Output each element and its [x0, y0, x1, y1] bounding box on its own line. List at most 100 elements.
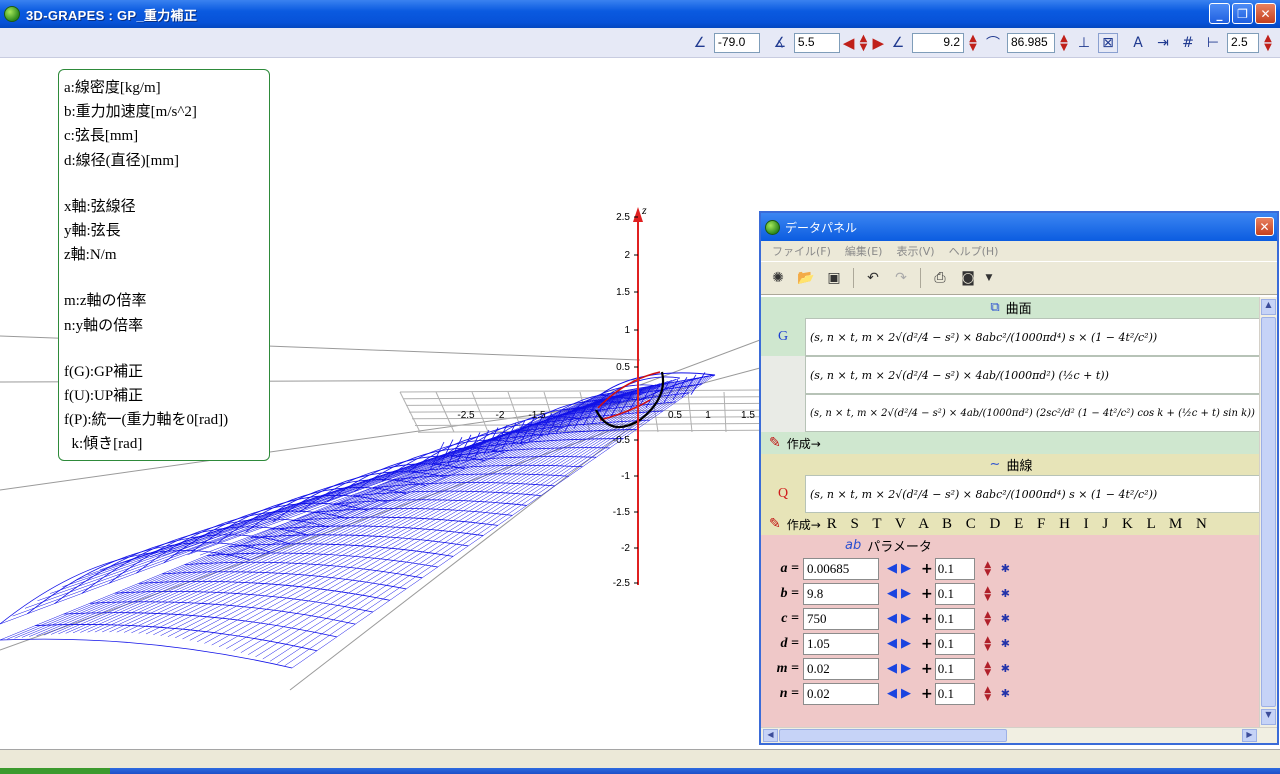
param-updown-icon[interactable]: ▲ ▼ [981, 585, 995, 602]
open-folder-icon[interactable]: 📂 [795, 267, 817, 289]
param-step-input[interactable]: 0.1 [934, 682, 975, 705]
param-value-input[interactable]: 0.00685 [803, 557, 879, 580]
data-panel-title: データパネル [785, 220, 858, 235]
view-toolbar: ∠ -79.0 ∡ 5.5 ◀ ▲ ▼ ▶ ∠ 9.2 ▲ ▼ ⌒ 86.985 ▲… [0, 28, 1280, 58]
param-step-input[interactable]: 0.1 [934, 632, 975, 655]
maximize-button[interactable]: ❐ [1232, 3, 1253, 24]
curve-letter-buttons[interactable]: R S T V A B C D E F H I J K L M N [827, 516, 1212, 533]
surface-row-2[interactable]: (s, n × t, m × 2√(d²/4 − s²) × 4ab/(1000… [761, 356, 1261, 394]
param-step-input[interactable]: 0.1 [934, 557, 975, 580]
param-left-right-icon[interactable]: ◀▶ [887, 586, 915, 601]
data-panel-vscroll[interactable]: ▲ ▼ [1259, 297, 1277, 727]
print-icon[interactable]: ⎙ [929, 267, 951, 289]
data-panel-close-button[interactable]: ✕ [1255, 217, 1274, 236]
scroll-up-icon[interactable]: ▲ [1261, 299, 1276, 315]
rotation-x-input[interactable]: -79.0 [713, 32, 760, 53]
param-value-input[interactable]: 750 [803, 607, 879, 630]
camera-dropdown-icon[interactable]: ▼ [985, 267, 993, 289]
frame-icon[interactable]: ⊠ [1098, 32, 1118, 53]
z-axis-label: z [641, 203, 647, 217]
tilt-input[interactable]: 9.2 [912, 32, 964, 53]
rotate-left-arrow-icon[interactable]: ◀ [843, 34, 855, 52]
scale-spinner[interactable]: ▲ ▼ [1262, 32, 1274, 54]
param-anim-icon[interactable]: ✱ [1001, 562, 1010, 575]
save-icon[interactable]: ▣ [823, 267, 845, 289]
start-button[interactable] [0, 768, 110, 774]
camera-icon[interactable]: ◙ [957, 267, 979, 289]
param-updown-icon[interactable]: ▲ ▼ [981, 635, 995, 652]
legend-line: f(P):統一(重力軸を0[rad]) [64, 412, 229, 429]
vscroll-thumb[interactable] [1261, 317, 1276, 707]
grid-icon[interactable]: # [1177, 32, 1199, 54]
rotation-y-input[interactable]: 5.5 [793, 32, 840, 53]
scale-input[interactable]: 2.5 [1227, 32, 1259, 53]
window-title: 3D-GRAPES : GP_重力補正 [26, 7, 198, 23]
axes-icon[interactable]: ⊢ [1202, 32, 1224, 54]
param-name: n = [779, 685, 799, 701]
param-updown-icon[interactable]: ▲ ▼ [981, 685, 995, 702]
pen-icon: ✎ [769, 516, 781, 532]
param-anim-icon[interactable]: ✱ [1001, 687, 1010, 700]
surface-formula[interactable]: (s, n × t, m × 2√(d²/4 − s²) × 4ab/(1000… [805, 394, 1261, 432]
scroll-right-icon[interactable]: ▶ [1242, 729, 1257, 742]
menu-file[interactable]: ファイル(F) [765, 243, 838, 259]
view-angle-icon[interactable]: ⌒ [982, 32, 1004, 54]
param-left-right-icon[interactable]: ◀▶ [887, 686, 915, 701]
scroll-down-icon[interactable]: ▼ [1261, 709, 1276, 725]
legend-scales: m:z軸の倍率 n:y軸の倍率 [64, 289, 264, 337]
minimize-button[interactable]: _ [1209, 3, 1230, 24]
rotate-right-arrow-icon[interactable]: ▶ [872, 34, 884, 52]
tilt-spinner[interactable]: ▲ ▼ [967, 32, 979, 54]
curve-create-row[interactable]: ✎ 作成→ R S T V A B C D E F H I J K L M N [761, 513, 1261, 535]
curve-row-q[interactable]: Q (s, n × t, m × 2√(d²/4 − s²) × 8abc²/(… [761, 475, 1261, 513]
scale-1x-icon[interactable]: ⇥ [1152, 32, 1174, 54]
data-panel-hscroll[interactable]: ◀ ▶ [761, 727, 1277, 743]
undo-icon[interactable]: ↶ [862, 267, 884, 289]
param-value-input[interactable]: 1.05 [803, 632, 879, 655]
new-icon[interactable]: ✺ [767, 267, 789, 289]
param-anim-icon[interactable]: ✱ [1001, 637, 1010, 650]
surface-formula[interactable]: (s, n × t, m × 2√(d²/4 − s²) × 8abc²/(10… [805, 318, 1261, 356]
param-anim-icon[interactable]: ✱ [1001, 662, 1010, 675]
param-value-input[interactable]: 9.8 [803, 582, 879, 605]
hscroll-thumb[interactable] [779, 729, 1007, 742]
param-left-right-icon[interactable]: ◀▶ [887, 661, 915, 676]
param-plus-icon: + [921, 685, 933, 702]
surface-formula[interactable]: (s, n × t, m × 2√(d²/4 − s²) × 4ab/(1000… [805, 356, 1261, 394]
param-anim-icon[interactable]: ✱ [1001, 587, 1010, 600]
param-updown-icon[interactable]: ▲ ▼ [981, 610, 995, 627]
tilt-icon[interactable]: ∠ [887, 32, 909, 54]
view-angle-spinner[interactable]: ▲ ▼ [1058, 32, 1070, 54]
param-left-right-icon[interactable]: ◀▶ [887, 611, 915, 626]
surface-row-3[interactable]: (s, n × t, m × 2√(d²/4 − s²) × 4ab/(1000… [761, 394, 1261, 432]
rotation-spinner[interactable]: ▲ ▼ [857, 32, 869, 54]
data-panel-title-bar[interactable]: データパネル ✕ [761, 213, 1277, 241]
font-size-icon[interactable]: A [1127, 32, 1149, 54]
menu-view[interactable]: 表示(V) [889, 243, 941, 259]
param-updown-icon[interactable]: ▲ ▼ [981, 660, 995, 677]
param-step-input[interactable]: 0.1 [934, 657, 975, 680]
surface-row-g[interactable]: G (s, n × t, m × 2√(d²/4 − s²) × 8abc²/(… [761, 318, 1261, 356]
param-step-input[interactable]: 0.1 [934, 607, 975, 630]
rotate-y-icon[interactable]: ∡ [769, 32, 791, 54]
param-value-input[interactable]: 0.02 [803, 657, 879, 680]
curve-formula[interactable]: (s, n × t, m × 2√(d²/4 − s²) × 8abc²/(10… [805, 475, 1261, 513]
param-value-input[interactable]: 0.02 [803, 682, 879, 705]
rotate-x-icon[interactable]: ∠ [689, 32, 711, 54]
title-bar[interactable]: 3D-GRAPES : GP_重力補正 _ ❐ ✕ [0, 0, 1280, 28]
param-anim-icon[interactable]: ✱ [1001, 612, 1010, 625]
axis-origin-icon[interactable]: ⊥ [1073, 32, 1095, 54]
menu-help[interactable]: ヘルプ(H) [942, 243, 1006, 259]
data-panel[interactable]: データパネル ✕ ファイル(F) 編集(E) 表示(V) ヘルプ(H) ✺ 📂 … [759, 211, 1279, 745]
param-left-right-icon[interactable]: ◀▶ [887, 561, 915, 576]
redo-icon[interactable]: ↷ [890, 267, 912, 289]
view-angle-input[interactable]: 86.985 [1007, 32, 1055, 53]
param-left-right-icon[interactable]: ◀▶ [887, 636, 915, 651]
close-button[interactable]: ✕ [1255, 3, 1276, 24]
scroll-left-icon[interactable]: ◀ [763, 729, 778, 742]
menu-edit[interactable]: 編集(E) [838, 243, 890, 259]
legend-line: f(U):UP補正 [64, 388, 144, 405]
param-step-input[interactable]: 0.1 [934, 582, 975, 605]
param-updown-icon[interactable]: ▲ ▼ [981, 560, 995, 577]
surface-create-row[interactable]: ✎ 作成→ [761, 432, 1261, 454]
